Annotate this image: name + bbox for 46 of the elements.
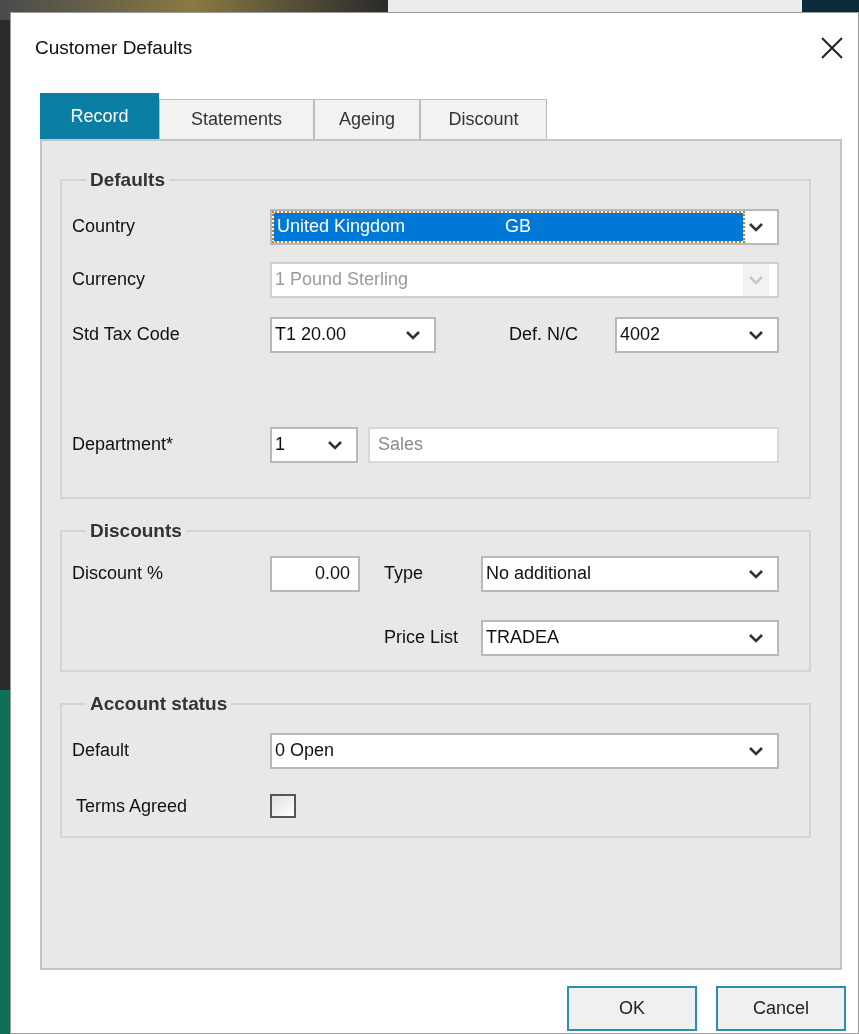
chevron-down-icon xyxy=(748,329,764,340)
combo-value: 4002 xyxy=(619,323,661,346)
field-label: Country xyxy=(72,216,136,236)
selected-value: United Kingdom GB xyxy=(274,212,743,241)
field-label: Default xyxy=(72,740,130,760)
chevron-down-icon xyxy=(748,568,764,579)
price-list-combo[interactable]: TRADEA xyxy=(481,619,779,656)
combo-value: 1 Pound Sterling xyxy=(274,268,409,291)
combo-value: 0 Open xyxy=(274,739,335,762)
window-title: Customer Defaults xyxy=(35,35,193,60)
account-status-combo[interactable]: 0 Open xyxy=(270,732,779,769)
tab[interactable]: Record xyxy=(40,93,159,139)
group-title: Defaults xyxy=(90,169,165,190)
chevron-down-icon xyxy=(405,329,421,340)
department-combo[interactable]: 1 xyxy=(270,426,358,463)
discount-type-combo[interactable]: No additional xyxy=(481,555,779,592)
field-label: Discount % xyxy=(72,563,164,583)
discount-field[interactable]: 0.00 xyxy=(270,555,360,592)
group-title: Account status xyxy=(90,693,228,714)
chevron-down-icon xyxy=(327,439,343,450)
field-label: Department* xyxy=(72,434,174,454)
chevron-down-icon xyxy=(748,632,764,643)
tab[interactable]: Statements xyxy=(159,99,314,139)
dialog-button[interactable]: Cancel xyxy=(716,986,846,1031)
country-combo[interactable]: United Kingdom GB xyxy=(270,208,779,245)
tab[interactable]: Discount xyxy=(420,99,547,139)
field-label: Currency xyxy=(72,269,146,289)
dialog-button[interactable]: OK xyxy=(567,986,697,1031)
checkbox-label: Terms Agreed xyxy=(76,795,188,816)
combo-value: No additional xyxy=(485,562,592,585)
tax-code-combo[interactable]: T1 20.00 xyxy=(270,316,436,353)
group-title: Discounts xyxy=(90,520,182,541)
field-label: Type xyxy=(384,563,424,583)
department-name-field: Sales xyxy=(368,426,779,463)
field-label: Std Tax Code xyxy=(72,324,180,344)
combo-value: TRADEA xyxy=(485,626,559,649)
field-label: Def. N/C xyxy=(509,324,578,344)
terms-checkbox[interactable] xyxy=(270,794,296,818)
nominal-code-combo[interactable]: 4002 xyxy=(615,316,779,353)
combo-value: T1 20.00 xyxy=(274,323,347,346)
field-label: Price List xyxy=(384,627,459,647)
chevron-down-icon xyxy=(748,745,764,756)
chevron-down-icon xyxy=(748,274,764,285)
tab[interactable]: Ageing xyxy=(314,99,420,139)
combo-value: 1 xyxy=(274,433,285,456)
chevron-down-icon xyxy=(748,221,764,232)
